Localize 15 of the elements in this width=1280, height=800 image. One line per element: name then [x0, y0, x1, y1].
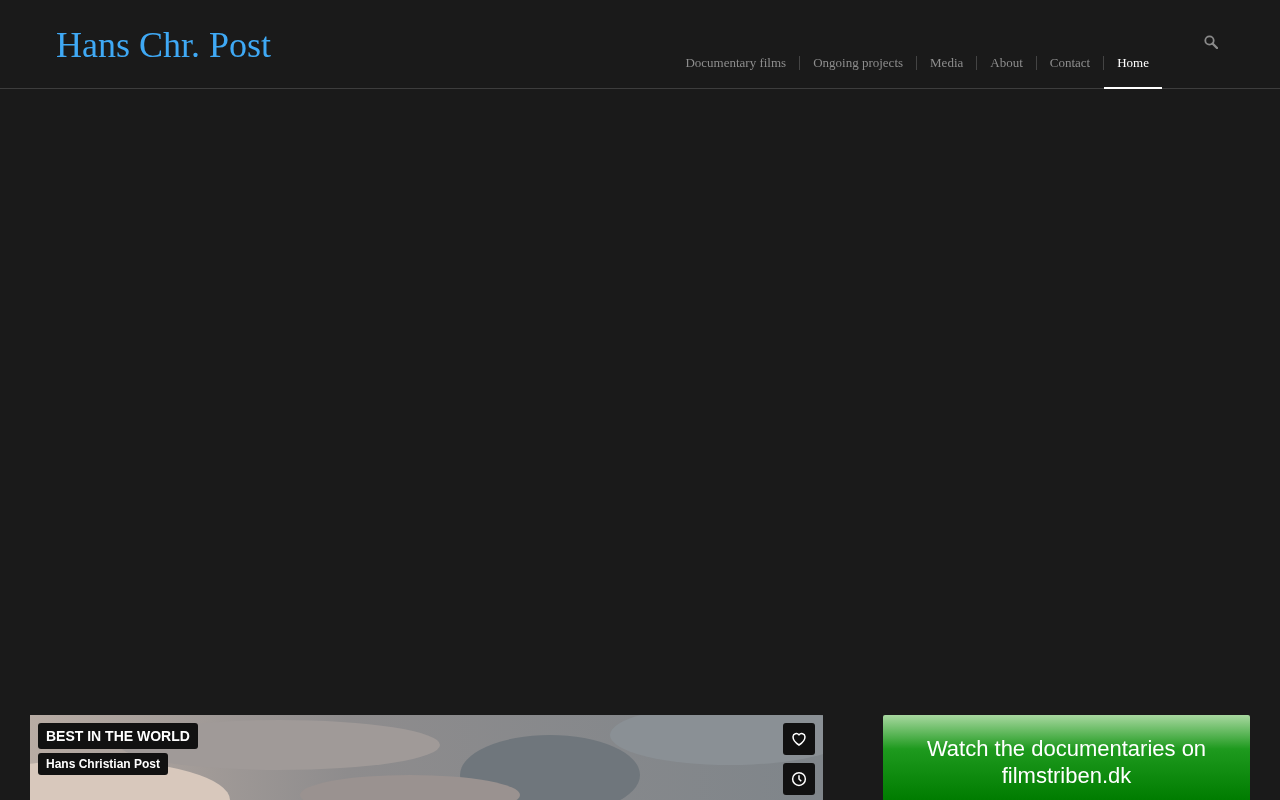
clock-icon [790, 770, 808, 788]
clock-button[interactable] [783, 763, 815, 795]
nav-link[interactable]: About [977, 0, 1036, 89]
promo-button[interactable]: Watch the documentaries on filmstriben.dk [883, 715, 1250, 800]
nav-link[interactable]: Home [1104, 0, 1162, 89]
heart-icon [790, 730, 808, 748]
nav-link[interactable]: Contact [1036, 0, 1104, 89]
nav-link[interactable]: Ongoing projects [800, 0, 917, 89]
search-icon[interactable] [1204, 35, 1218, 49]
nav-link[interactable]: Media [917, 0, 977, 89]
film-title[interactable]: BEST IN THE WORLD [38, 723, 198, 749]
site-logo[interactable]: Hans Chr. Post [56, 24, 272, 66]
heart-button[interactable] [783, 723, 815, 755]
nav-link[interactable]: Documentary films [672, 0, 800, 89]
author-label[interactable]: Hans Christian Post [38, 753, 169, 775]
